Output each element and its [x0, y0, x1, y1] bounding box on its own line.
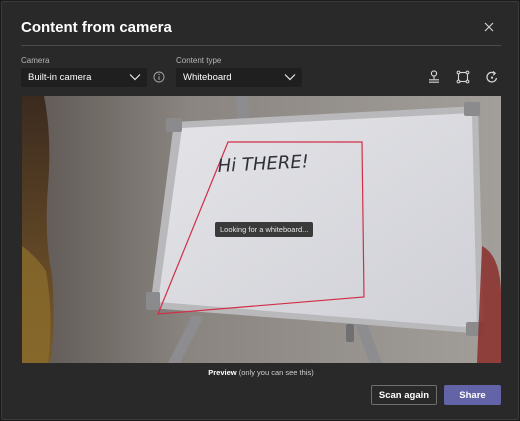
camera-preview: Hi THERE! Looking for a whiteboard... — [22, 96, 501, 363]
crop-icon[interactable] — [455, 69, 471, 85]
content-type-select-value: Whiteboard — [183, 72, 232, 83]
rotate-icon[interactable] — [484, 69, 500, 85]
camera-label: Camera — [21, 56, 50, 65]
camera-select[interactable]: Built-in camera — [21, 68, 147, 87]
camera-switch-icon[interactable] — [426, 69, 442, 85]
preview-caption-bold: Preview — [208, 368, 237, 377]
content-type-label: Content type — [176, 56, 222, 65]
scan-again-button[interactable]: Scan again — [371, 385, 437, 405]
preview-caption: Preview (only you can see this) — [2, 368, 520, 377]
info-icon[interactable] — [153, 71, 165, 83]
camera-select-value: Built-in camera — [28, 72, 92, 83]
chevron-down-icon — [129, 74, 141, 81]
preview-caption-rest: (only you can see this) — [236, 368, 314, 377]
close-icon[interactable] — [480, 18, 498, 36]
chevron-down-icon — [284, 74, 296, 81]
content-from-camera-dialog: Content from camera Camera Built-in came… — [1, 1, 519, 420]
content-type-select[interactable]: Whiteboard — [176, 68, 302, 87]
dialog-title: Content from camera — [21, 19, 172, 36]
header-divider — [21, 45, 501, 46]
share-button[interactable]: Share — [444, 385, 501, 405]
scan-status-pill: Looking for a whiteboard... — [215, 222, 314, 237]
